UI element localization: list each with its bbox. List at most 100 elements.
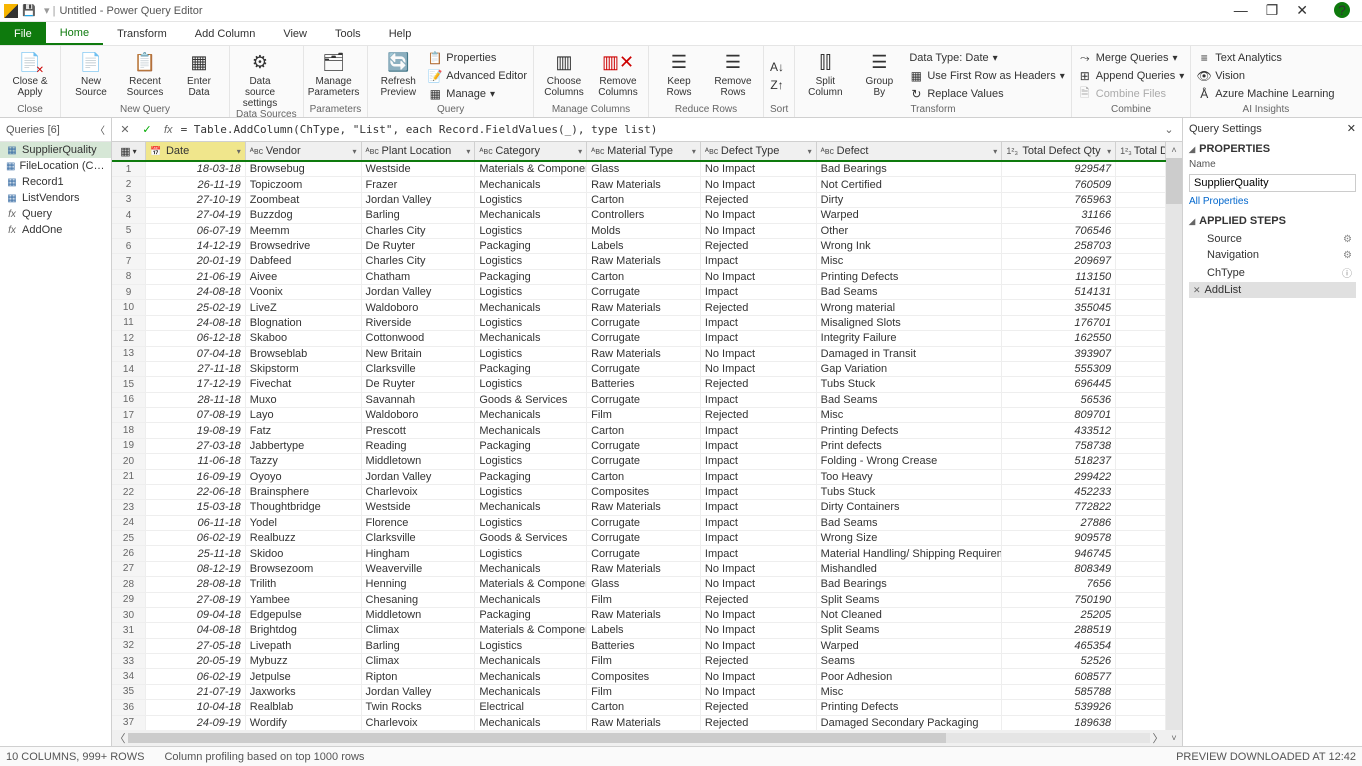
cell[interactable]: 27-08-19 [146,593,246,607]
cell[interactable]: 18-03-18 [146,162,246,176]
filter-icon[interactable]: ▾ [692,147,696,156]
cell[interactable]: Carton [587,700,701,714]
column-header-plant-location[interactable]: ᴬʙᴄPlant Location▾ [362,142,476,160]
table-row[interactable]: 118-03-18BrowsebugWestsideMaterials & Co… [112,162,1166,177]
cell[interactable] [1116,654,1166,668]
vertical-scrollbar[interactable]: ˄ ˅ [1166,142,1182,746]
refresh-preview-button[interactable]: 🔄Refresh Preview [374,48,422,104]
cell[interactable]: Damaged Secondary Packaging [817,716,1003,730]
cell[interactable]: Impact [701,254,817,268]
cell[interactable]: No Impact [701,208,817,222]
query-item[interactable]: fxAddOne [0,222,111,238]
cell[interactable]: 08-12-19 [146,562,246,576]
applied-step[interactable]: ChTypeⓘ [1189,263,1356,282]
cell[interactable]: Rejected [701,408,817,422]
cell[interactable]: Topiczoom [246,177,362,191]
table-row[interactable]: 3406-02-19JetpulseRiptonMechanicalsCompo… [112,669,1166,684]
cell[interactable]: Impact [701,546,817,560]
cell[interactable]: Westside [362,500,476,514]
cell[interactable]: Climax [362,623,476,637]
cell[interactable]: Oyoyo [246,470,362,484]
cell[interactable]: Westside [362,162,476,176]
table-row[interactable]: 327-10-19ZoombeatJordan ValleyLogisticsC… [112,193,1166,208]
group-by-button[interactable]: ☰Group By [855,48,903,104]
properties-button[interactable]: 📋Properties [428,50,527,66]
cell[interactable]: Misc [817,685,1003,699]
column-header-defect[interactable]: ᴬʙᴄDefect▾ [817,142,1003,160]
formula-input[interactable] [181,123,1156,136]
gear-icon[interactable]: ⚙ [1343,234,1352,245]
applied-step[interactable]: Navigation⚙ [1189,247,1356,263]
cell[interactable]: Frazer [362,177,476,191]
close-apply-button[interactable]: 📄✕ Close & Apply [6,48,54,104]
rownum-header[interactable]: ▦▾ [112,142,146,160]
cell[interactable]: Mechanicals [475,423,587,437]
cell[interactable]: 27-11-18 [146,362,246,376]
cell[interactable] [1116,362,1166,376]
table-row[interactable]: 2828-08-18TrilithHenningMaterials & Comp… [112,577,1166,592]
table-row[interactable]: 1206-12-18SkabooCottonwoodMechanicalsCor… [112,331,1166,346]
cell[interactable]: Impact [701,331,817,345]
cell[interactable]: Corrugate [587,546,701,560]
cell[interactable]: 21-07-19 [146,685,246,699]
cell[interactable]: 189638 [1002,716,1116,730]
cell[interactable]: 176701 [1002,316,1116,330]
cell[interactable]: 772822 [1002,500,1116,514]
cell[interactable]: Mishandled [817,562,1003,576]
cell[interactable]: 760509 [1002,177,1116,191]
cell[interactable]: Bad Bearings [817,577,1003,591]
close-button[interactable]: ✕ [1296,2,1308,19]
cell[interactable]: Logistics [475,377,587,391]
cell[interactable]: Seams [817,654,1003,668]
scroll-down-icon[interactable]: ˅ [1166,730,1182,746]
cell[interactable] [1116,577,1166,591]
cell[interactable]: Middletown [362,608,476,622]
cell[interactable]: Riverside [362,316,476,330]
scroll-up-icon[interactable]: ˄ [1166,142,1182,158]
cell[interactable]: Corrugate [587,516,701,530]
cell[interactable]: Browsedrive [246,239,362,253]
cell[interactable]: Logistics [475,485,587,499]
cell[interactable]: 355045 [1002,300,1116,314]
cell[interactable]: 28-08-18 [146,577,246,591]
cell[interactable]: 299422 [1002,470,1116,484]
cell[interactable]: 555309 [1002,362,1116,376]
cell[interactable] [1116,270,1166,284]
cell[interactable]: Warped [817,639,1003,653]
cell[interactable] [1116,393,1166,407]
cell[interactable]: 758738 [1002,439,1116,453]
cell[interactable] [1116,593,1166,607]
cell[interactable]: Materials & Components [475,577,587,591]
cell[interactable] [1116,193,1166,207]
manage-parameters-button[interactable]: 🗂Manage Parameters [310,48,358,104]
cell[interactable]: 25-11-18 [146,546,246,560]
cell[interactable] [1116,300,1166,314]
table-row[interactable]: 2506-02-19RealbuzzClarksvilleGoods & Ser… [112,531,1166,546]
cell[interactable]: Yodel [246,516,362,530]
cell[interactable]: Electrical [475,700,587,714]
cell[interactable]: Realbuzz [246,531,362,545]
cell[interactable]: Logistics [475,193,587,207]
cell[interactable]: Raw Materials [587,500,701,514]
cell[interactable]: 06-11-18 [146,516,246,530]
cell[interactable]: Carton [587,193,701,207]
cell[interactable] [1116,685,1166,699]
cell[interactable]: Packaging [475,362,587,376]
data-source-settings-button[interactable]: ⚙Data source settings [236,48,284,109]
cell[interactable]: Mechanicals [475,500,587,514]
column-header-total-defect-qty[interactable]: 1²₃Total Defect Qty▾ [1002,142,1116,160]
table-row[interactable]: 3724-09-19WordifyCharlevoixMechanicalsRa… [112,716,1166,731]
cell[interactable]: Misc [817,254,1003,268]
cell[interactable]: 31166 [1002,208,1116,222]
cell[interactable]: Chatham [362,270,476,284]
manage-button[interactable]: ▦Manage ▾ [428,86,527,102]
cell[interactable]: Raw Materials [587,300,701,314]
filter-icon[interactable]: ▾ [808,147,812,156]
cell[interactable]: Impact [701,454,817,468]
sort-desc-button[interactable]: Z↑ [770,77,784,93]
cell[interactable]: 20-01-19 [146,254,246,268]
cell[interactable]: Thoughtbridge [246,500,362,514]
table-row[interactable]: 2315-03-18ThoughtbridgeWestsideMechanica… [112,500,1166,515]
cell[interactable]: Bad Seams [817,285,1003,299]
cell[interactable] [1116,377,1166,391]
